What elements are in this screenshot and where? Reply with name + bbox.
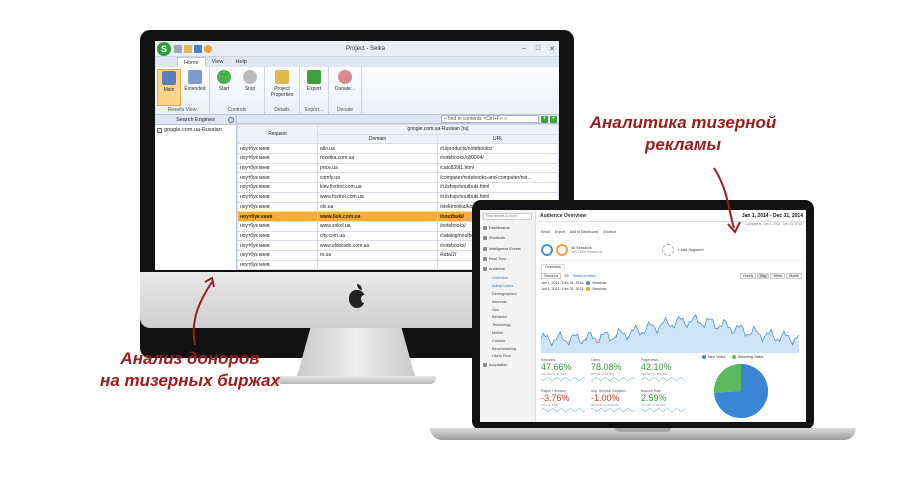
arrow-right-curve [713,167,735,229]
arrow-left-curve [192,281,213,346]
annotation-arrows [192,167,741,346]
